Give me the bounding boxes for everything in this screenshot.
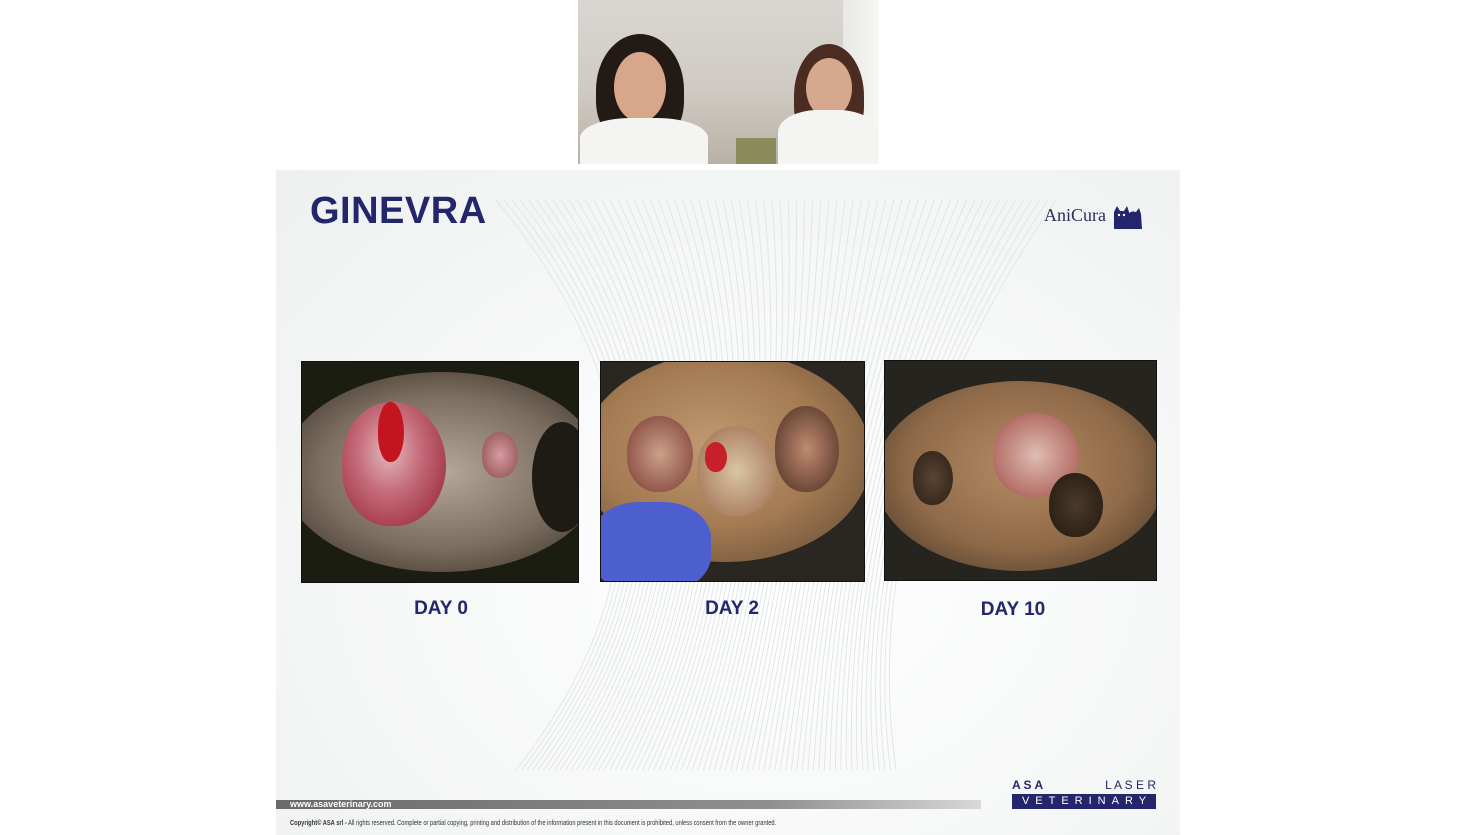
slide-title: GINEVRA xyxy=(310,190,487,232)
participant-video-tile[interactable] xyxy=(578,0,879,164)
copyright-text: All rights reserved. Complete or partial… xyxy=(348,820,777,827)
asa-laser-veterinary-logo: A S A L A S E R VETERINARY xyxy=(1012,778,1156,809)
copyright-notice: Copyright© ASA srl - All rights reserved… xyxy=(290,820,776,827)
photo-caption-day-0: DAY 0 xyxy=(414,598,468,619)
participant-1-video xyxy=(578,0,728,164)
photo-caption-day-10: DAY 10 xyxy=(980,599,1046,620)
footer-url: www.asaveterinary.com xyxy=(290,799,392,809)
video-background-chair xyxy=(736,138,776,164)
copyright-owner: Copyright© ASA srl - xyxy=(290,820,347,827)
anicura-logo: AniCura xyxy=(1044,200,1144,230)
participant-2-video xyxy=(774,0,879,164)
wound-photo-day-10 xyxy=(884,360,1157,581)
asa-letters: A S A xyxy=(1012,778,1044,792)
veterinary-bar: VETERINARY xyxy=(1012,794,1156,809)
photo-caption-day-2: DAY 2 xyxy=(705,598,759,619)
laser-letters: L A S E R xyxy=(1105,778,1156,792)
presentation-slide: GINEVRA AniCura DAY 0 DAY 2 DAY 10 www.a… xyxy=(276,170,1180,835)
anicura-logo-text: AniCura xyxy=(1044,204,1106,225)
cat-dog-silhouette-icon xyxy=(1112,200,1144,230)
wound-photo-day-2 xyxy=(600,361,865,582)
wound-photo-day-0 xyxy=(301,361,579,583)
